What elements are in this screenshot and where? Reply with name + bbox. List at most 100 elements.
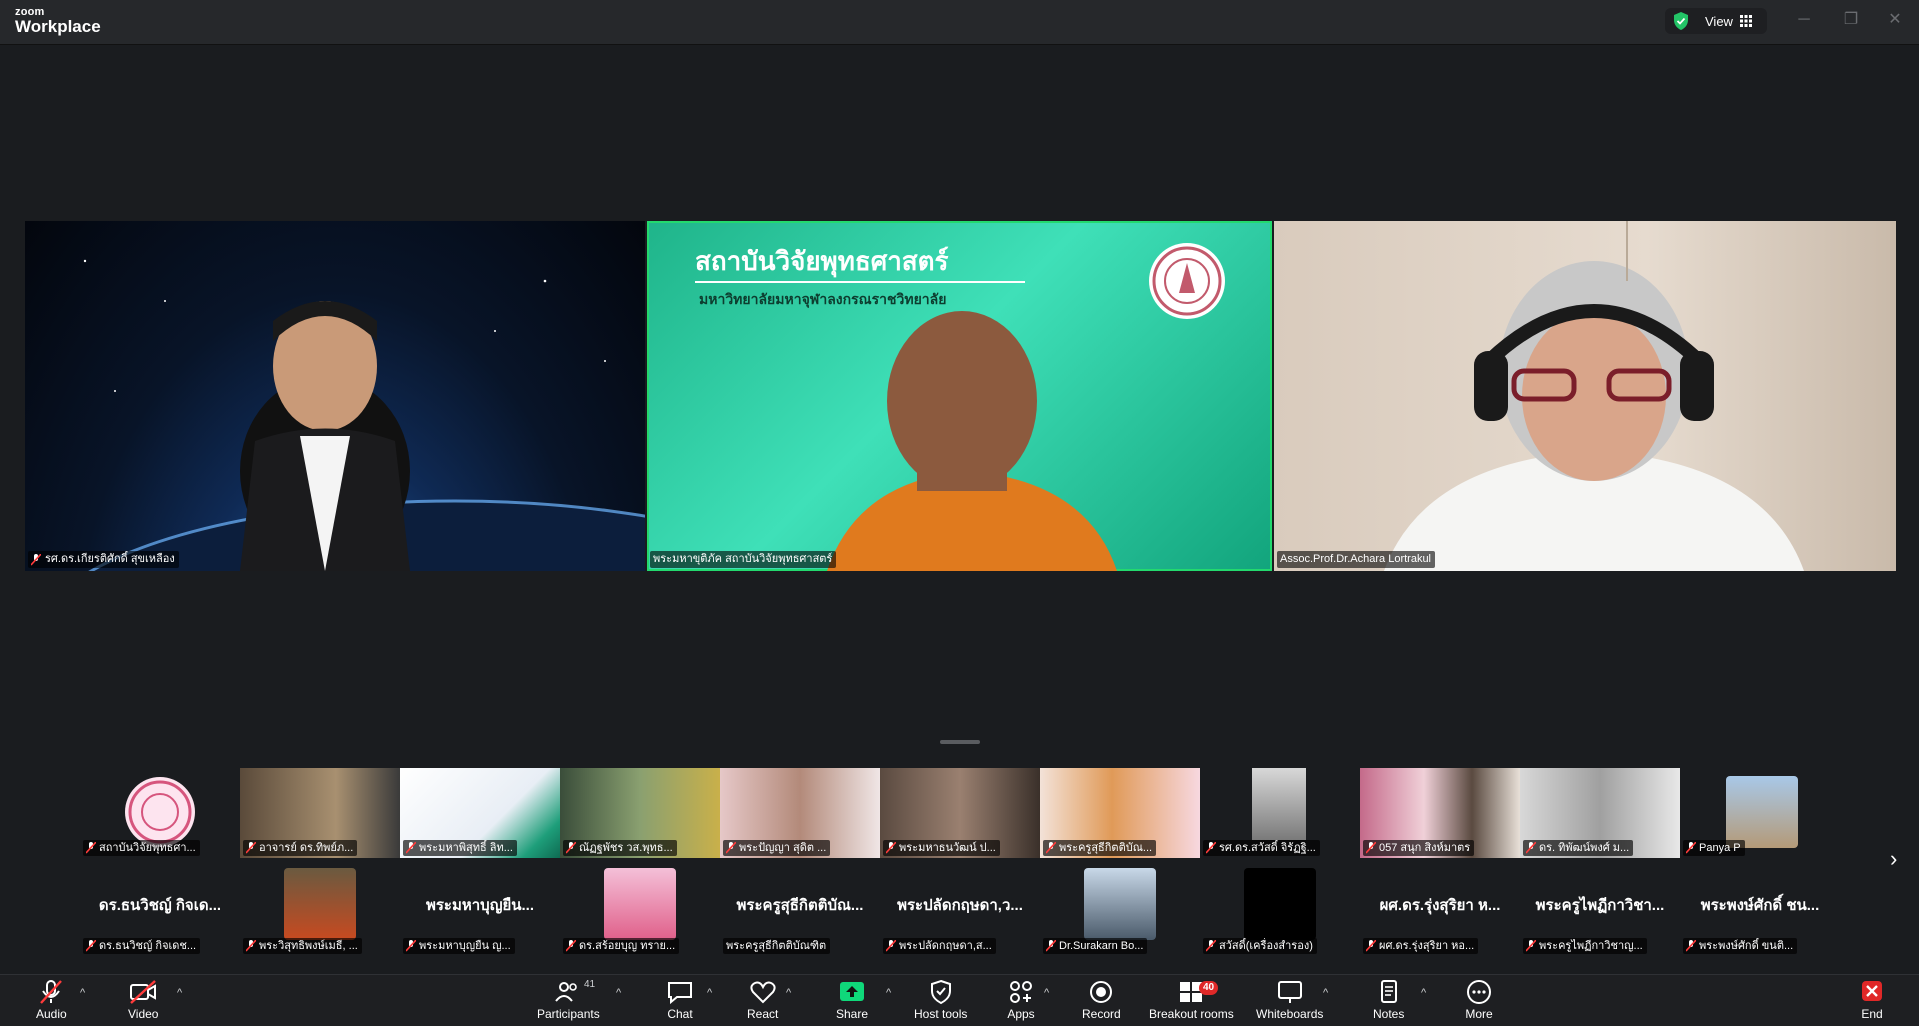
title-bar: zoom Workplace View ─ ❐ ✕ <box>0 0 1919 45</box>
strip-tile-10[interactable]: ดร. ทิพัฒน์พงศ์ ม... <box>1520 768 1680 858</box>
notes-button[interactable]: Notes <box>1373 979 1404 1021</box>
notes-options-chevron-icon[interactable]: ^ <box>1421 987 1426 999</box>
notes-label: Notes <box>1373 1007 1405 1021</box>
participant-name-label: รศ.ดร.เกียรติศักดิ์ สุขเหลือง <box>28 551 179 568</box>
more-label: More <box>1465 1007 1493 1021</box>
participant-photo <box>1252 768 1306 840</box>
participant-name: สถาบันวิจัยพุทธศา... <box>99 842 196 854</box>
strip-tile-2[interactable]: อาจารย์ ดร.ทิพย์ภ... <box>240 768 400 858</box>
chat-label: Chat <box>667 1007 693 1021</box>
earth-background <box>83 259 645 571</box>
whiteboards-button[interactable]: Whiteboards <box>1256 979 1323 1021</box>
next-page-chevron-icon[interactable]: › <box>1890 846 1897 872</box>
record-button[interactable]: Record <box>1082 979 1121 1021</box>
react-label: React <box>747 1007 779 1021</box>
mic-muted-icon <box>86 842 96 854</box>
chat-icon <box>668 982 692 1005</box>
video-tile-1[interactable]: รศ.ดร.เกียรติศักดิ์ สุขเหลือง <box>25 221 645 571</box>
react-options-chevron-icon[interactable]: ^ <box>786 987 791 999</box>
strip-tile-8[interactable]: รศ.ดร.สวัสดิ์ จิรัฏฐิ... <box>1200 768 1360 858</box>
participant-name-label: อาจารย์ ดร.ทิพย์ภ... <box>243 840 358 856</box>
participant-name-label: พระมหาบุญยืน ญ... <box>403 938 515 954</box>
mic-muted-icon <box>406 842 416 854</box>
meeting-toolbar: Audio ^ Video ^ Participants 41 ^ Chat ^… <box>0 974 1919 1026</box>
shield-icon[interactable] <box>1671 11 1691 31</box>
gallery-resize-handle[interactable] <box>940 740 980 744</box>
strip-tile-9[interactable]: 057 สนุก สิงห์มาตร <box>1360 768 1520 858</box>
share-options-chevron-icon[interactable]: ^ <box>886 987 891 999</box>
strip-tile-19[interactable]: สวัสดิ์(เครื่องสำรอง) <box>1200 866 1360 956</box>
participant-name-label: สถาบันวิจัยพุทธศา... <box>83 840 200 856</box>
strip-tile-4[interactable]: ณัฏฐพัชร วส.พุทธ... <box>560 768 720 858</box>
strip-tile-13[interactable]: พระวิสุทธิพงษ์เมธี, ... <box>240 866 400 956</box>
chat-button[interactable]: Chat <box>665 979 695 1021</box>
participant-name: พระวิสุทธิพงษ์เมธี, ... <box>259 940 358 952</box>
apps-button[interactable]: Apps <box>1006 979 1036 1021</box>
participant-name-label: พระมหาพิสุทธิ์ ลิท... <box>403 840 517 856</box>
participant-name-label: ณัฏฐพัชร วส.พุทธ... <box>563 840 677 856</box>
strip-tile-7[interactable]: พระครูสุธีกิตติบัณ... <box>1040 768 1200 858</box>
audio-label: Audio <box>36 1007 67 1021</box>
participant-name: ดร. ทิพัฒน์พงศ์ ม... <box>1539 842 1630 854</box>
react-button[interactable]: React <box>747 979 778 1021</box>
participants-options-chevron-icon[interactable]: ^ <box>616 987 621 999</box>
video-tile-3[interactable]: Assoc.Prof.Dr.Achara Lortrakul <box>1274 221 1896 571</box>
share-label: Share <box>836 1007 869 1021</box>
heart-icon <box>750 981 776 1004</box>
strip-tile-5[interactable]: พระปัญญา สุดิต ... <box>720 768 880 858</box>
shield-icon <box>930 979 951 1005</box>
participant-name: พระมหาบุญยืน ญ... <box>419 940 511 952</box>
strip-tile-6[interactable]: พระมหาธนวัฒน์ ป... <box>880 768 1040 858</box>
audio-options-chevron-icon[interactable]: ^ <box>80 987 85 999</box>
end-meeting-button[interactable]: End <box>1857 979 1887 1021</box>
view-button[interactable]: View <box>1705 14 1752 29</box>
strip-tile-15[interactable]: ดร.สร้อยบุญ ทราย... <box>560 866 720 956</box>
mic-muted-icon <box>246 842 256 854</box>
strip-tile-11[interactable]: Panya P <box>1680 768 1840 858</box>
participant-name: 057 สนุก สิงห์มาตร <box>1379 842 1471 854</box>
participant-name: พระมหาขุติภัค สถาบันวิจัยพุทธศาสตร์ <box>653 553 833 565</box>
participant-name-label: ดร.สร้อยบุญ ทราย... <box>563 938 680 954</box>
strip-tile-3[interactable]: พระมหาพิสุทธิ์ ลิท... <box>400 768 560 858</box>
zoom-logo: zoom Workplace <box>15 7 101 36</box>
mic-muted-icon <box>886 842 896 854</box>
breakout-rooms-button[interactable]: Breakout rooms <box>1149 979 1234 1021</box>
participant-display-name: ดร.ธนวิชญ์ กิจเด... <box>98 897 222 914</box>
mic-muted-icon <box>1686 842 1696 854</box>
video-options-chevron-icon[interactable]: ^ <box>177 987 182 999</box>
minimize-icon[interactable]: ─ <box>1793 9 1815 31</box>
more-button[interactable]: More <box>1464 979 1494 1021</box>
apps-label: Apps <box>1007 1007 1035 1021</box>
video-button[interactable]: Video <box>128 979 158 1021</box>
host-tools-button[interactable]: Host tools <box>914 979 967 1021</box>
participant-photo <box>604 868 676 940</box>
apps-options-chevron-icon[interactable]: ^ <box>1044 987 1049 999</box>
chat-options-chevron-icon[interactable]: ^ <box>707 987 712 999</box>
strip-tile-1[interactable]: สถาบันวิจัยพุทธศา... <box>80 768 240 858</box>
restore-icon[interactable]: ❐ <box>1840 9 1862 31</box>
strip-tile-18[interactable]: Dr.Surakarn Bo... <box>1040 866 1200 956</box>
participant-name-label: พระพงษ์ศักดิ์ ขนติ... <box>1683 938 1798 954</box>
participant-name-label: พระมหาธนวัฒน์ ป... <box>883 840 1000 856</box>
audio-button[interactable]: Audio <box>36 979 67 1021</box>
participant-name-label: พระครูไพฏีกาวิชาญ... <box>1523 938 1647 954</box>
participant-name: ณัฏฐพัชร วส.พุทธ... <box>579 842 673 854</box>
video-tile-2-active-speaker[interactable]: สถาบันวิจัยพุทธศาสตร์ มหาวิทยาลัยมหาจุฬา… <box>647 221 1272 571</box>
close-icon[interactable]: ✕ <box>1884 9 1906 31</box>
participant-name-label: รศ.ดร.สวัสดิ์ จิรัฏฐิ... <box>1203 840 1320 856</box>
participant-name: อาจารย์ ดร.ทิพย์ภ... <box>259 842 354 854</box>
mic-muted-icon <box>86 940 96 952</box>
participant-name-label: 057 สนุก สิงห์มาตร <box>1363 840 1475 856</box>
mic-muted-icon <box>1366 842 1376 854</box>
mic-muted-icon <box>1686 940 1696 952</box>
logo-big-text: Workplace <box>15 17 101 36</box>
participant-display-name: พระครูไพฏีกาวิชา... <box>1535 897 1665 914</box>
participant-name: รศ.ดร.สวัสดิ์ จิรัฏฐิ... <box>1219 842 1316 854</box>
participants-count: 41 <box>584 979 596 990</box>
mic-muted-icon <box>726 842 736 854</box>
participant-name: ดร.สร้อยบุญ ทราย... <box>579 940 676 952</box>
participant-name-label: สวัสดิ์(เครื่องสำรอง) <box>1203 938 1317 954</box>
share-button[interactable]: Share <box>836 979 868 1021</box>
whiteboard-icon <box>1277 981 1302 1003</box>
whiteboards-options-chevron-icon[interactable]: ^ <box>1323 987 1328 999</box>
